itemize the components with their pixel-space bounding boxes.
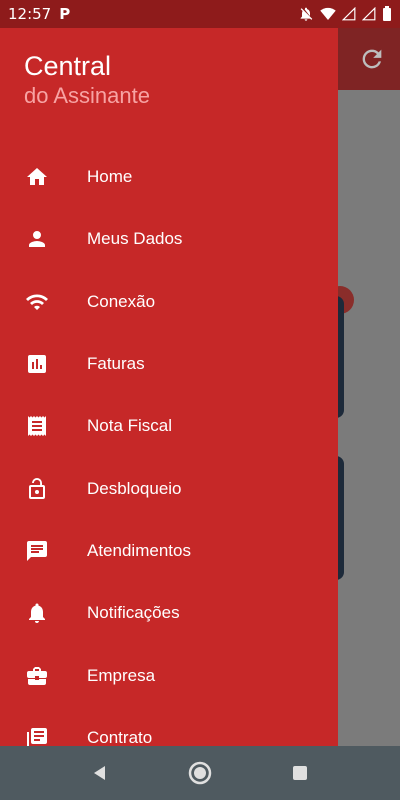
menu-item-label: Empresa [87, 665, 156, 685]
status-bar: 12:57 P [0, 0, 400, 28]
menu-item-home[interactable]: Home [0, 146, 338, 208]
briefcase-icon [24, 663, 50, 689]
menu-item-empresa[interactable]: Empresa [0, 644, 338, 706]
menu-item-label: Home [87, 167, 133, 187]
wifi-icon [24, 289, 50, 315]
chart-icon [24, 351, 50, 377]
status-time: 12:57 [8, 5, 52, 23]
drawer-title: Central [24, 51, 112, 81]
menu-item-nota-fiscal[interactable]: Nota Fiscal [0, 395, 338, 457]
signal-icon [362, 7, 376, 21]
menu-item-label: Conexão [87, 291, 156, 311]
app-indicator: P [59, 5, 71, 23]
menu-item-label: Contrato [87, 727, 153, 746]
menu-item-label: Notificações [87, 603, 180, 623]
drawer-header: Central do Assinante [24, 50, 150, 110]
person-icon [24, 226, 50, 252]
lock-open-icon [24, 476, 50, 502]
menu-item-label: Atendimentos [87, 540, 191, 560]
menu-item-meus-dados[interactable]: Meus Dados [0, 208, 338, 270]
refresh-button[interactable] [358, 45, 386, 73]
home-icon [24, 164, 50, 190]
menu-item-notificacoes[interactable]: Notificações [0, 582, 338, 644]
signal-icon [342, 7, 356, 21]
home-circle-icon [188, 761, 212, 785]
receipt-icon [24, 413, 50, 439]
drawer-subtitle: do Assinante [24, 83, 150, 108]
navigation-drawer: Central do Assinante Home Meus Dados Con… [0, 28, 338, 746]
menu-item-conexao[interactable]: Conexão [0, 271, 338, 333]
menu-item-label: Desbloqueio [87, 478, 182, 498]
back-icon [94, 766, 105, 780]
wifi-icon [320, 7, 336, 20]
status-icons [298, 6, 392, 22]
menu-item-contrato[interactable]: Contrato [0, 707, 338, 746]
menu-item-label: Nota Fiscal [87, 416, 173, 436]
battery-icon [383, 6, 391, 21]
home-button[interactable] [182, 755, 218, 791]
recents-icon [293, 766, 307, 780]
notifications-off-icon [300, 7, 313, 21]
chat-icon [24, 538, 50, 564]
system-navigation-bar [0, 746, 400, 800]
drawer-menu: Home Meus Dados Conexão Faturas Nota Fis… [0, 146, 338, 746]
menu-item-label: Faturas [87, 354, 145, 374]
menu-item-desbloqueio[interactable]: Desbloqueio [0, 457, 338, 519]
menu-item-label: Meus Dados [87, 229, 183, 249]
recents-button[interactable] [282, 755, 318, 791]
menu-item-faturas[interactable]: Faturas [0, 333, 338, 395]
refresh-icon [362, 49, 382, 69]
menu-item-atendimentos[interactable]: Atendimentos [0, 520, 338, 582]
contract-icon [24, 725, 50, 746]
bell-icon [24, 600, 50, 626]
back-button[interactable] [82, 755, 118, 791]
